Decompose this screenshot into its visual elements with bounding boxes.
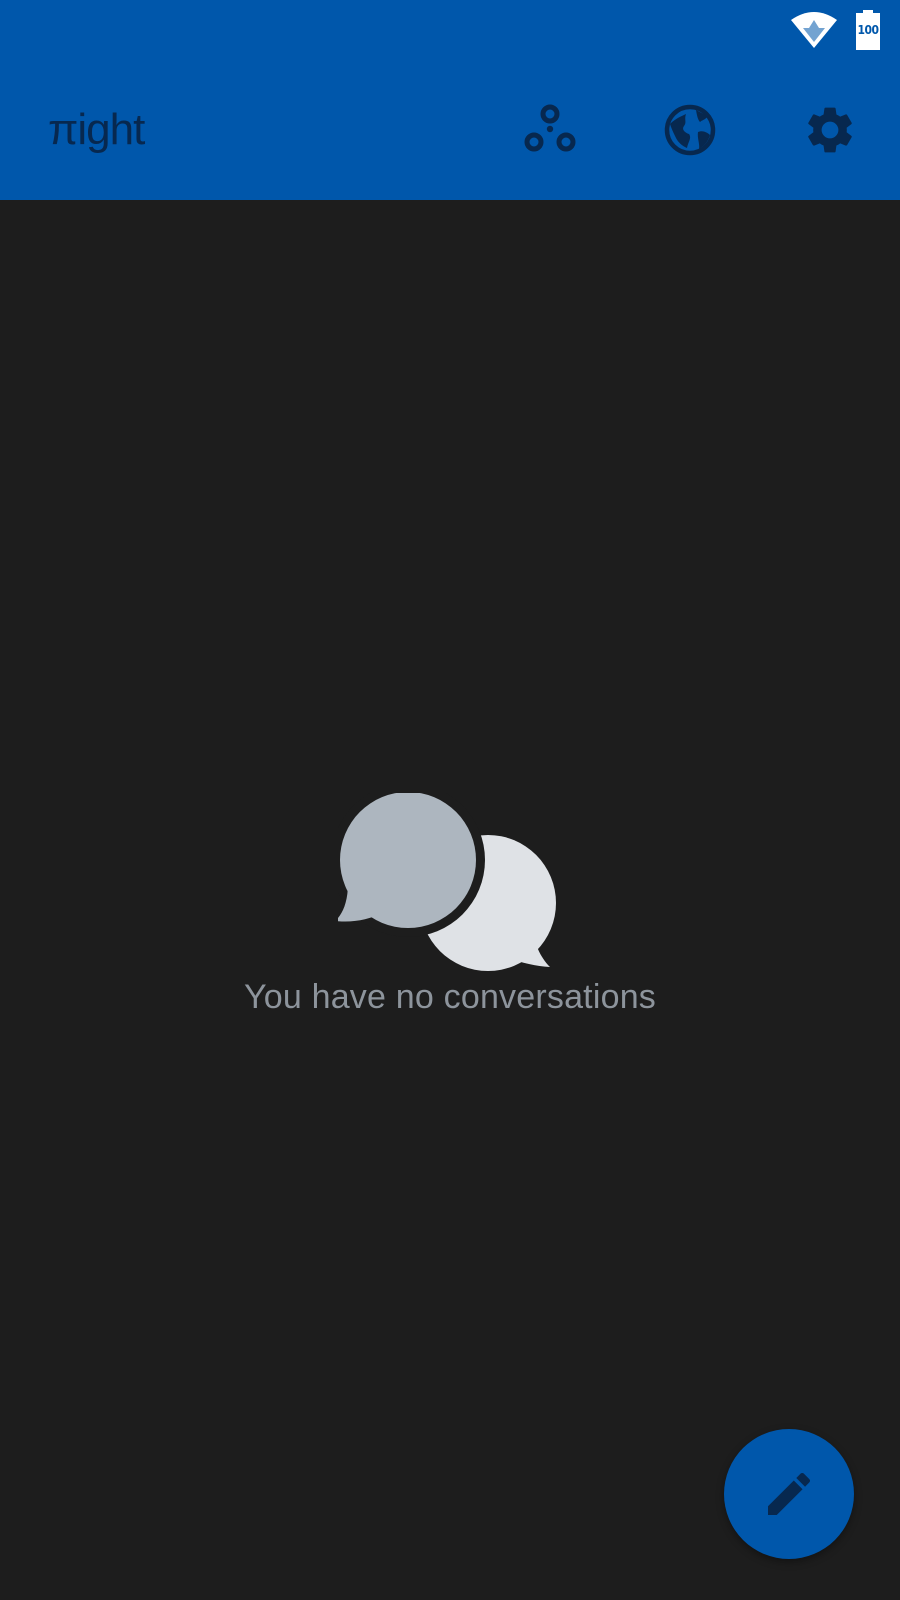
pencil-icon (768, 1472, 811, 1515)
chat-bubbles-icon (338, 793, 556, 971)
battery-icon: 100 (854, 10, 882, 50)
new-conversation-button[interactable] (724, 1429, 854, 1559)
globe-icon (664, 104, 716, 156)
app-screen: 100 πight You have no conversations (0, 0, 900, 1600)
app-bar: πight (0, 70, 900, 200)
gear-icon (808, 107, 852, 153)
empty-state: You have no conversations (0, 780, 900, 1040)
wifi-icon (791, 12, 837, 48)
status-bar: 100 (0, 0, 900, 70)
network-button[interactable] (660, 100, 720, 160)
group-icon (524, 104, 576, 152)
battery-level: 100 (857, 23, 879, 37)
app-title: πight (48, 105, 145, 154)
settings-button[interactable] (800, 100, 860, 160)
contacts-button[interactable] (520, 100, 580, 160)
empty-message: You have no conversations (243, 978, 657, 1016)
